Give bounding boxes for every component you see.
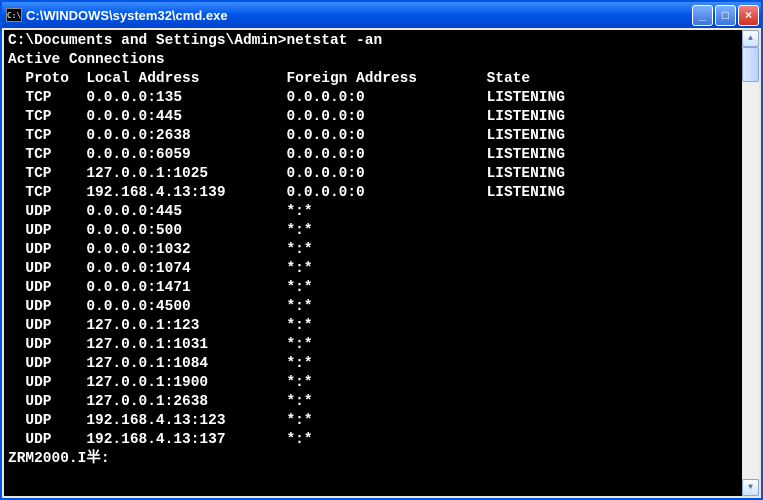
- connection-row: TCP 0.0.0.0:6059 0.0.0.0:0 LISTENING: [8, 146, 738, 165]
- connection-row: UDP 127.0.0.1:1900 *:*: [8, 374, 738, 393]
- connection-row: UDP 127.0.0.1:1031 *:*: [8, 336, 738, 355]
- cmd-window: C:\ C:\WINDOWS\system32\cmd.exe _ □ × C:…: [0, 0, 763, 500]
- connection-row: UDP 127.0.0.1:123 *:*: [8, 317, 738, 336]
- connection-row: UDP 0.0.0.0:500 *:*: [8, 222, 738, 241]
- cmd-icon: C:\: [6, 8, 22, 22]
- window-title: C:\WINDOWS\system32\cmd.exe: [26, 8, 692, 23]
- ime-footer: ZRM2000.I半:: [8, 450, 738, 469]
- connection-row: UDP 127.0.0.1:1084 *:*: [8, 355, 738, 374]
- connection-row: TCP 0.0.0.0:135 0.0.0.0:0 LISTENING: [8, 89, 738, 108]
- connection-row: UDP 192.168.4.13:123 *:*: [8, 412, 738, 431]
- connection-row: TCP 192.168.4.13:139 0.0.0.0:0 LISTENING: [8, 184, 738, 203]
- connection-row: UDP 192.168.4.13:137 *:*: [8, 431, 738, 450]
- section-header: Active Connections: [8, 51, 738, 70]
- client-area: C:\Documents and Settings\Admin>netstat …: [2, 28, 761, 498]
- connection-row: UDP 0.0.0.0:1074 *:*: [8, 260, 738, 279]
- scroll-track[interactable]: [742, 47, 759, 479]
- scroll-up-button[interactable]: ▲: [742, 30, 759, 47]
- scroll-down-button[interactable]: ▼: [742, 479, 759, 496]
- titlebar-buttons: _ □ ×: [692, 5, 759, 26]
- minimize-button[interactable]: _: [692, 5, 713, 26]
- connection-row: TCP 0.0.0.0:2638 0.0.0.0:0 LISTENING: [8, 127, 738, 146]
- connection-row: UDP 127.0.0.1:2638 *:*: [8, 393, 738, 412]
- terminal-output[interactable]: C:\Documents and Settings\Admin>netstat …: [4, 30, 742, 496]
- vertical-scrollbar[interactable]: ▲ ▼: [742, 30, 759, 496]
- titlebar[interactable]: C:\ C:\WINDOWS\system32\cmd.exe _ □ ×: [2, 2, 761, 28]
- column-header: Proto Local Address Foreign Address Stat…: [8, 70, 738, 89]
- connection-row: TCP 0.0.0.0:445 0.0.0.0:0 LISTENING: [8, 108, 738, 127]
- connection-row: UDP 0.0.0.0:1032 *:*: [8, 241, 738, 260]
- scroll-thumb[interactable]: [742, 47, 759, 82]
- close-button[interactable]: ×: [738, 5, 759, 26]
- prompt-line: C:\Documents and Settings\Admin>netstat …: [8, 32, 738, 51]
- connection-row: UDP 0.0.0.0:4500 *:*: [8, 298, 738, 317]
- connection-row: TCP 127.0.0.1:1025 0.0.0.0:0 LISTENING: [8, 165, 738, 184]
- maximize-button[interactable]: □: [715, 5, 736, 26]
- connection-row: UDP 0.0.0.0:445 *:*: [8, 203, 738, 222]
- connection-row: UDP 0.0.0.0:1471 *:*: [8, 279, 738, 298]
